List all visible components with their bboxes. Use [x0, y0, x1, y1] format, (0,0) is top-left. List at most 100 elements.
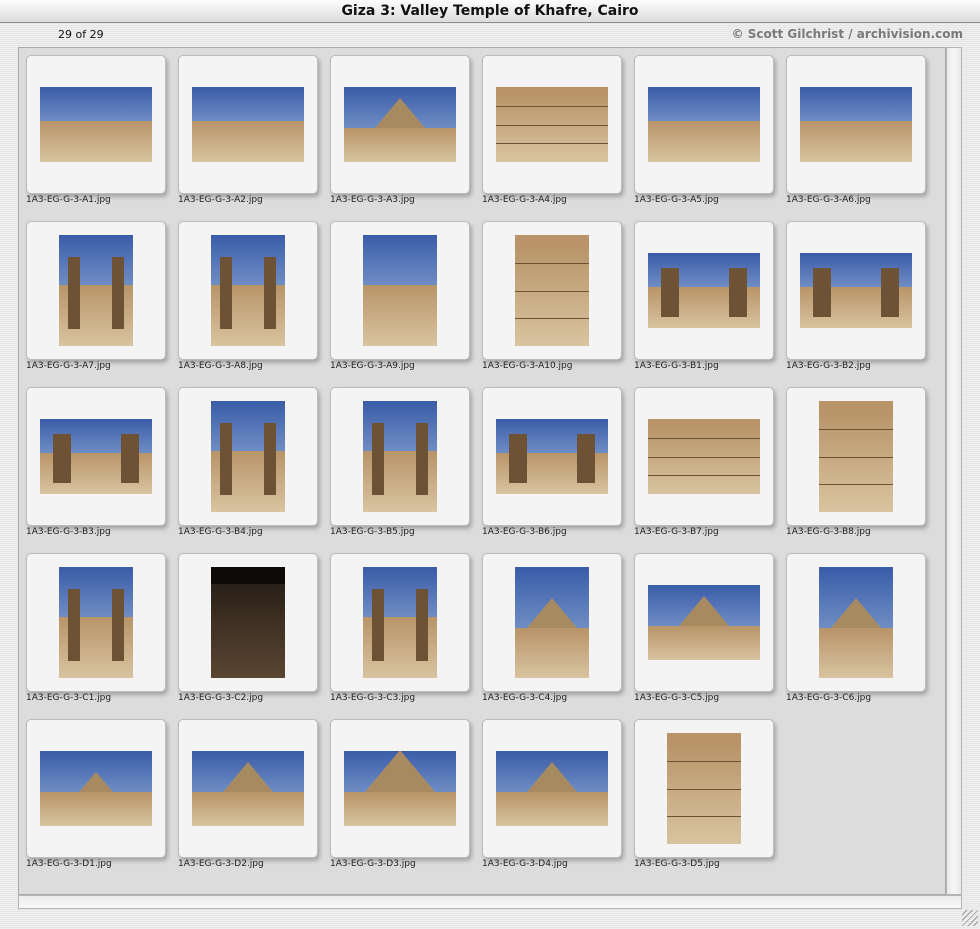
pillar-shape	[416, 589, 428, 661]
thumbnail-image[interactable]	[496, 751, 608, 826]
thumbnail-item[interactable]: 1A3-EG-G-3-C2.jpg	[178, 553, 330, 713]
thumbnail-image[interactable]	[496, 419, 608, 494]
thumbnail-image[interactable]	[515, 567, 589, 678]
thumbnail-image[interactable]	[40, 419, 152, 494]
thumbnail-image[interactable]	[211, 567, 285, 678]
thumbnail-item[interactable]: 1A3-EG-G-3-B5.jpg	[330, 387, 482, 547]
thumbnail-item[interactable]: 1A3-EG-G-3-C3.jpg	[330, 553, 482, 713]
thumbnail-item[interactable]: 1A3-EG-G-3-A5.jpg	[634, 55, 786, 215]
thumbnail-item[interactable]: 1A3-EG-G-3-B8.jpg	[786, 387, 938, 547]
thumbnail-image[interactable]	[496, 87, 608, 162]
thumbnail-image[interactable]	[211, 235, 285, 346]
slide-mount[interactable]	[26, 553, 166, 692]
thumbnail-image[interactable]	[819, 401, 893, 512]
thumbnail-item[interactable]: 1A3-EG-G-3-D3.jpg	[330, 719, 482, 879]
thumbnail-item[interactable]: 1A3-EG-G-3-C4.jpg	[482, 553, 634, 713]
slide-mount[interactable]	[482, 719, 622, 858]
vertical-scrollbar[interactable]	[946, 47, 962, 895]
thumbnail-filename: 1A3-EG-G-3-B8.jpg	[786, 527, 871, 537]
thumbnail-item[interactable]: 1A3-EG-G-3-D4.jpg	[482, 719, 634, 879]
thumbnail-image[interactable]	[648, 253, 760, 328]
slide-mount[interactable]	[786, 553, 926, 692]
thumbnail-item[interactable]: 1A3-EG-G-3-B6.jpg	[482, 387, 634, 547]
resize-grip-icon[interactable]	[962, 910, 978, 926]
thumbnail-item[interactable]: 1A3-EG-G-3-A8.jpg	[178, 221, 330, 381]
thumbnail-image[interactable]	[344, 751, 456, 826]
thumbnail-filename: 1A3-EG-G-3-C3.jpg	[330, 693, 416, 703]
thumbnail-item[interactable]: 1A3-EG-G-3-A2.jpg	[178, 55, 330, 215]
thumbnail-image[interactable]	[59, 235, 133, 346]
thumbnail-item[interactable]: 1A3-EG-G-3-A6.jpg	[786, 55, 938, 215]
thumbnail-filename: 1A3-EG-G-3-C5.jpg	[634, 693, 720, 703]
thumbnail-item[interactable]: 1A3-EG-G-3-B2.jpg	[786, 221, 938, 381]
slide-mount[interactable]	[330, 553, 470, 692]
thumbnail-image[interactable]	[800, 253, 912, 328]
slide-mount[interactable]	[634, 553, 774, 692]
thumbnail-item[interactable]: 1A3-EG-G-3-A7.jpg	[26, 221, 178, 381]
slide-mount[interactable]	[178, 387, 318, 526]
thumbnail-item[interactable]: 1A3-EG-G-3-C1.jpg	[26, 553, 178, 713]
photo-sky	[363, 235, 437, 285]
thumbnail-image[interactable]	[667, 733, 741, 844]
slide-mount[interactable]	[330, 55, 470, 194]
thumbnail-image[interactable]	[648, 87, 760, 162]
slide-mount[interactable]	[482, 387, 622, 526]
thumbnail-image[interactable]	[648, 585, 760, 660]
thumbnail-item[interactable]: 1A3-EG-G-3-D1.jpg	[26, 719, 178, 879]
slide-mount[interactable]	[178, 55, 318, 194]
slide-mount[interactable]	[178, 719, 318, 858]
slide-mount[interactable]	[26, 719, 166, 858]
thumbnail-image[interactable]	[192, 751, 304, 826]
slide-mount[interactable]	[634, 387, 774, 526]
thumbnail-item[interactable]: 1A3-EG-G-3-A10.jpg	[482, 221, 634, 381]
thumbnail-image[interactable]	[344, 87, 456, 162]
thumbnail-item[interactable]: 1A3-EG-G-3-C5.jpg	[634, 553, 786, 713]
pillar-shape	[416, 423, 428, 495]
thumbnail-filename: 1A3-EG-G-3-B1.jpg	[634, 361, 719, 371]
slide-mount[interactable]	[178, 221, 318, 360]
thumbnail-image[interactable]	[800, 87, 912, 162]
slide-mount[interactable]	[482, 55, 622, 194]
slide-mount[interactable]	[330, 221, 470, 360]
thumbnail-item[interactable]: 1A3-EG-G-3-A4.jpg	[482, 55, 634, 215]
window-title-bar[interactable]: Giza 3: Valley Temple of Khafre, Cairo	[0, 0, 980, 23]
photo-sky	[648, 87, 760, 121]
horizontal-scrollbar[interactable]	[18, 895, 962, 909]
thumbnail-image[interactable]	[515, 235, 589, 346]
thumbnail-image[interactable]	[40, 751, 152, 826]
thumbnail-image[interactable]	[819, 567, 893, 678]
thumbnail-item[interactable]: 1A3-EG-G-3-D2.jpg	[178, 719, 330, 879]
thumbnail-image[interactable]	[59, 567, 133, 678]
thumbnail-image[interactable]	[648, 419, 760, 494]
thumbnail-item[interactable]: 1A3-EG-G-3-C6.jpg	[786, 553, 938, 713]
thumbnail-image[interactable]	[192, 87, 304, 162]
slide-mount[interactable]	[482, 221, 622, 360]
slide-mount[interactable]	[786, 221, 926, 360]
slide-mount[interactable]	[634, 55, 774, 194]
slide-mount[interactable]	[634, 221, 774, 360]
thumbnail-image[interactable]	[211, 401, 285, 512]
slide-mount[interactable]	[786, 55, 926, 194]
thumbnail-image[interactable]	[363, 401, 437, 512]
slide-mount[interactable]	[26, 221, 166, 360]
slide-mount[interactable]	[330, 387, 470, 526]
slide-mount[interactable]	[26, 387, 166, 526]
thumbnail-image[interactable]	[363, 567, 437, 678]
thumbnail-item[interactable]: 1A3-EG-G-3-B3.jpg	[26, 387, 178, 547]
thumbnail-item[interactable]: 1A3-EG-G-3-B4.jpg	[178, 387, 330, 547]
thumbnail-item[interactable]: 1A3-EG-G-3-B1.jpg	[634, 221, 786, 381]
thumbnail-item[interactable]: 1A3-EG-G-3-B7.jpg	[634, 387, 786, 547]
thumbnail-image[interactable]	[40, 87, 152, 162]
slide-mount[interactable]	[330, 719, 470, 858]
slide-mount[interactable]	[786, 387, 926, 526]
slide-mount[interactable]	[482, 553, 622, 692]
slide-mount[interactable]	[26, 55, 166, 194]
slide-mount[interactable]	[178, 553, 318, 692]
thumbnail-item[interactable]: 1A3-EG-G-3-A9.jpg	[330, 221, 482, 381]
thumbnail-image[interactable]	[363, 235, 437, 346]
thumbnail-item[interactable]: 1A3-EG-G-3-A3.jpg	[330, 55, 482, 215]
thumbnail-item[interactable]: 1A3-EG-G-3-A1.jpg	[26, 55, 178, 215]
slide-mount[interactable]	[634, 719, 774, 858]
thumbnail-item[interactable]: 1A3-EG-G-3-D5.jpg	[634, 719, 786, 879]
image-count: 29 of 29	[58, 28, 104, 41]
